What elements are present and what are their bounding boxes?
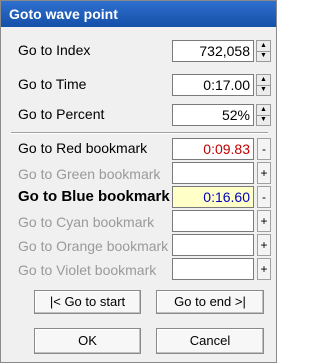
violet-bookmark-add-button[interactable]: + <box>257 258 271 280</box>
orange-bookmark-add-button[interactable]: + <box>257 234 271 256</box>
red-bookmark-remove-button[interactable]: - <box>257 138 271 160</box>
index-field[interactable]: 732,058 <box>172 40 254 62</box>
separator <box>11 132 268 134</box>
green-bookmark-label: Go to Green bookmark <box>18 166 161 182</box>
go-to-start-button[interactable]: |< Go to start <box>34 290 141 314</box>
go-to-end-button[interactable]: Go to end >| <box>156 290 264 314</box>
time-field[interactable]: 0:17.00 <box>172 74 254 96</box>
index-spinner[interactable]: ▲ ▼ <box>256 40 271 62</box>
cancel-button[interactable]: Cancel <box>156 328 264 354</box>
orange-bookmark-label: Go to Orange bookmark <box>18 238 169 254</box>
violet-bookmark-field[interactable] <box>172 258 254 280</box>
cyan-bookmark-add-button[interactable]: + <box>257 210 271 232</box>
percent-field[interactable]: 52% <box>172 104 254 126</box>
blue-bookmark-label[interactable]: Go to Blue bookmark <box>18 188 170 205</box>
spin-down-icon[interactable]: ▼ <box>257 85 270 95</box>
index-label: Go to Index <box>18 42 91 58</box>
percent-label: Go to Percent <box>18 106 105 122</box>
ok-button[interactable]: OK <box>34 328 141 354</box>
cyan-bookmark-field[interactable] <box>172 210 254 232</box>
window-title: Goto wave point <box>1 1 276 27</box>
orange-bookmark-field[interactable] <box>172 234 254 256</box>
percent-spinner[interactable]: ▲ ▼ <box>256 104 271 126</box>
violet-bookmark-label: Go to Violet bookmark <box>18 262 157 278</box>
red-bookmark-field[interactable]: 0:09.83 <box>172 138 254 160</box>
spin-down-icon[interactable]: ▼ <box>257 115 270 125</box>
red-bookmark-label[interactable]: Go to Red bookmark <box>18 140 147 156</box>
goto-wave-point-dialog: Goto wave point Go to Index 732,058 ▲ ▼ … <box>0 0 277 363</box>
blue-bookmark-field[interactable]: 0:16.60 <box>172 186 254 208</box>
green-bookmark-add-button[interactable]: + <box>257 162 271 184</box>
spin-down-icon[interactable]: ▼ <box>257 51 270 61</box>
blue-bookmark-remove-button[interactable]: - <box>257 186 271 208</box>
cyan-bookmark-label: Go to Cyan bookmark <box>18 214 155 230</box>
time-spinner[interactable]: ▲ ▼ <box>256 74 271 96</box>
time-label: Go to Time <box>18 76 87 92</box>
green-bookmark-field[interactable] <box>172 162 254 184</box>
